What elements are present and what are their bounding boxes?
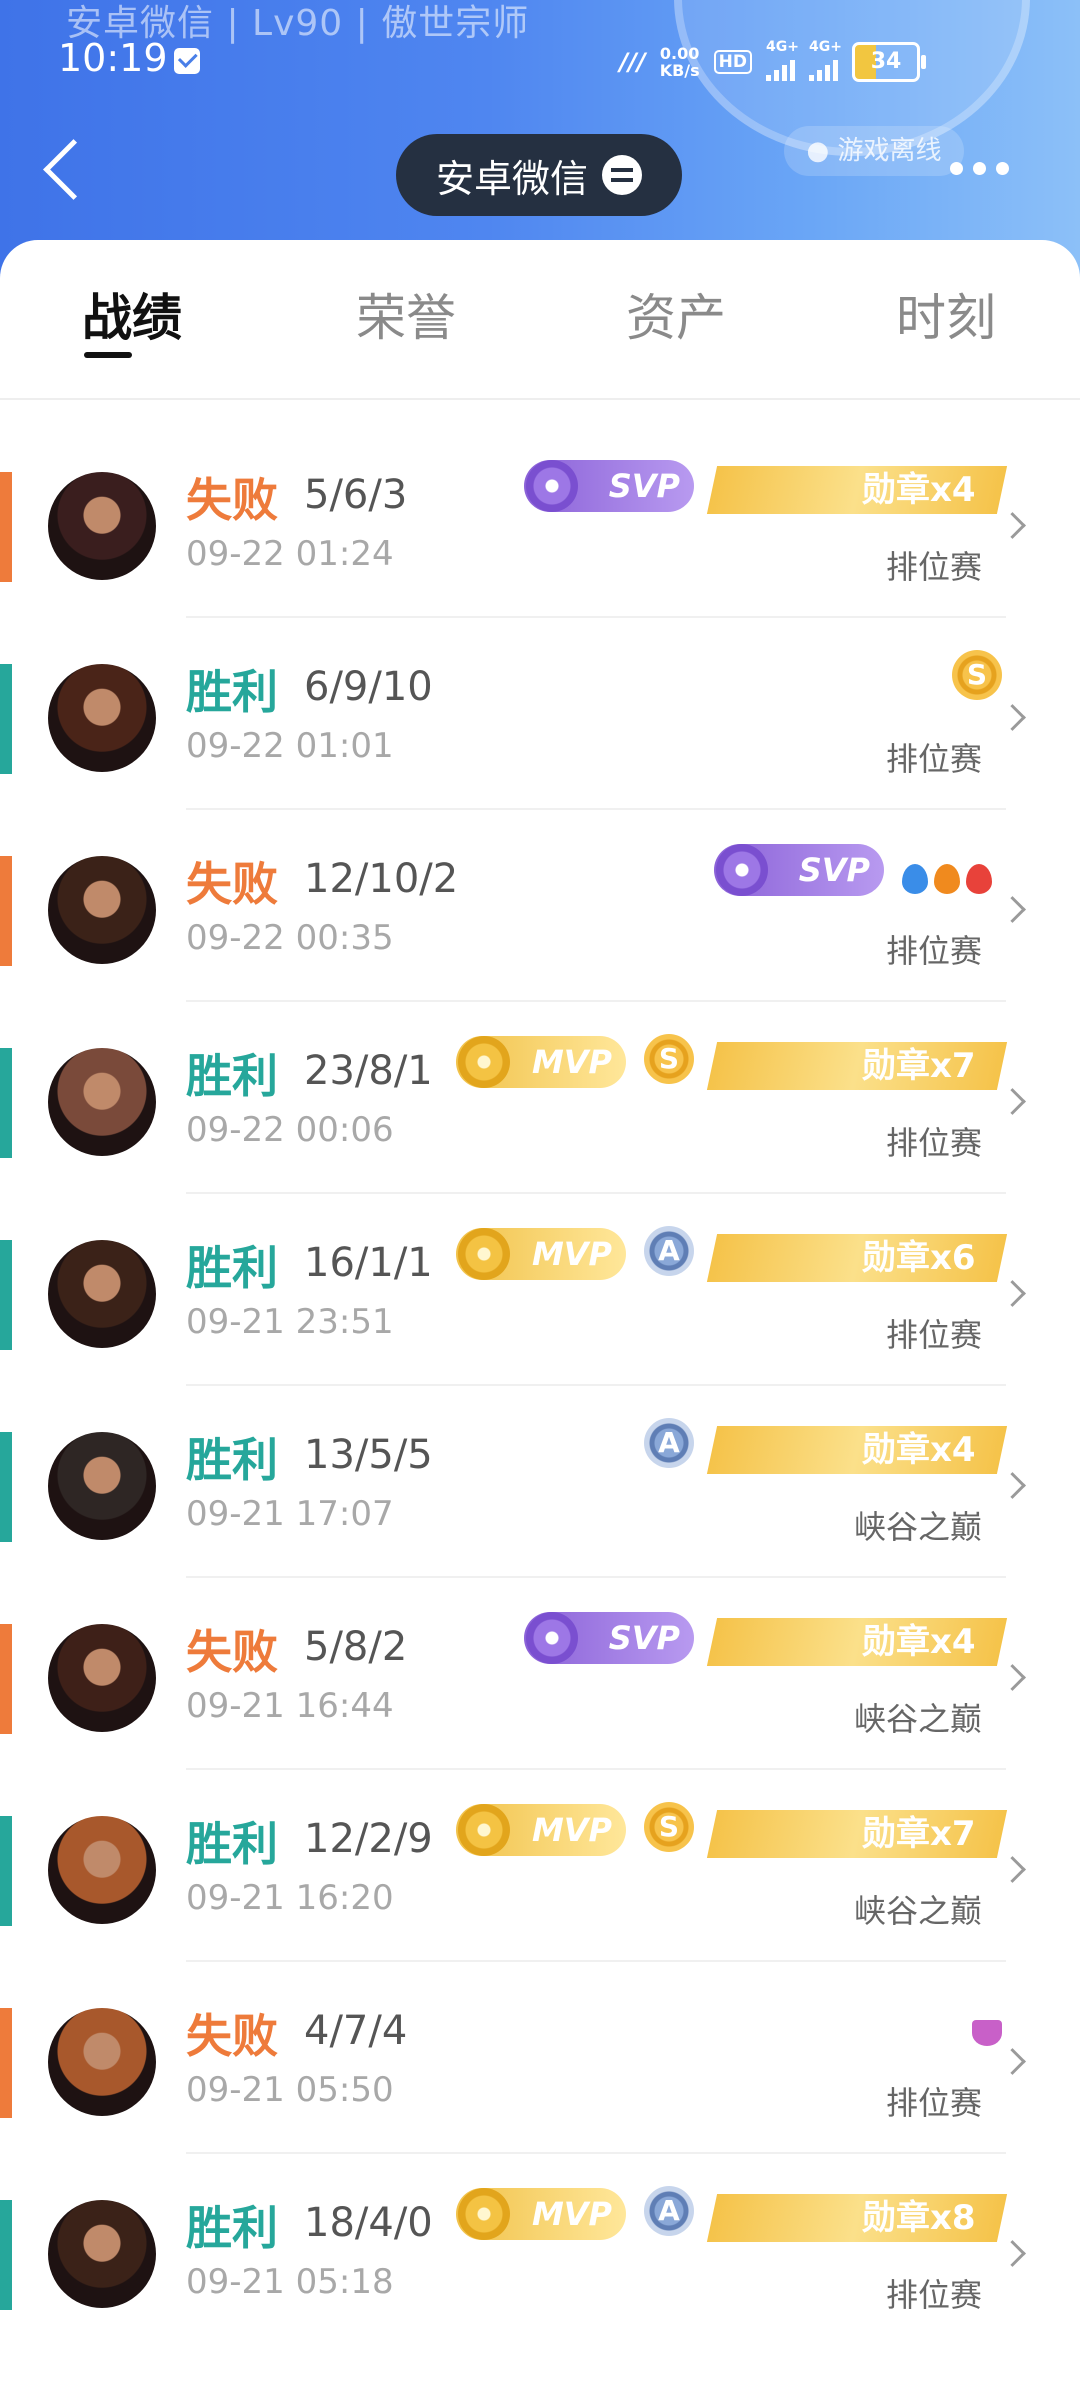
carrier-icon: ///	[619, 48, 646, 76]
match-mode: 排位赛	[885, 2276, 982, 2314]
badge-group: 勋章x7 S MVP	[0, 1770, 1080, 1870]
match-row[interactable]: 胜利 23/8/1 09-22 00:06 排位赛 勋章x7 S MVP	[0, 1002, 1080, 1194]
medal-count: 勋章x4	[862, 470, 976, 510]
match-row[interactable]: 胜利 6/9/10 09-22 01:01 排位赛 S	[0, 618, 1080, 810]
signal-label: 4G+	[766, 39, 799, 55]
more-icon[interactable]	[950, 162, 1009, 175]
match-time: 09-22 00:35	[186, 918, 394, 958]
match-row[interactable]: 胜利 16/1/1 09-21 23:51 排位赛 勋章x6 A MVP	[0, 1194, 1080, 1386]
feat-icon	[934, 864, 960, 894]
match-time: 09-22 00:06	[186, 1110, 394, 1150]
match-time: 09-22 01:24	[186, 534, 394, 574]
net-speed-value: 0.00	[659, 44, 700, 63]
signal-icon: 4G+	[766, 39, 799, 81]
mvp-badge: MVP	[456, 1036, 626, 1088]
s-rank-badge: S	[644, 1802, 694, 1852]
offline-status: ● 游戏离线	[784, 126, 964, 176]
notification-icon	[174, 48, 200, 74]
signal-icon-2: 4G+	[809, 39, 842, 81]
medal-count: 勋章x7	[862, 1046, 976, 1086]
net-speed: 0.00 KB/s	[660, 45, 700, 79]
match-mode: 排位赛	[885, 1124, 982, 1162]
account-switch-button[interactable]: 安卓微信	[396, 134, 682, 216]
match-row[interactable]: 失败 12/10/2 09-22 00:35 排位赛 SVP	[0, 810, 1080, 1002]
match-mode: 峡谷之巅	[853, 1700, 982, 1738]
active-tab-indicator	[84, 352, 132, 358]
battery-icon: 34	[852, 42, 926, 82]
match-time: 09-22 01:01	[186, 726, 394, 766]
signal-label-2: 4G+	[809, 39, 842, 55]
match-row[interactable]: 失败 5/6/3 09-22 01:24 排位赛 勋章x4 SVP	[0, 426, 1080, 618]
medal-badge: 勋章x7	[706, 1042, 1008, 1090]
mvp-badge: MVP	[456, 2188, 626, 2240]
account-label: 安卓微信	[435, 156, 588, 201]
mvp-badge: MVP	[456, 1804, 626, 1856]
badge-group: SVP	[0, 810, 1080, 910]
tab-bar: 战绩 荣誉 资产 时刻	[0, 240, 1080, 400]
records-card: 战绩 荣誉 资产 时刻 失败 5/6/3 09-22 01:24 排位赛 勋章x4 SVP…	[0, 240, 1080, 2408]
s-rank-badge: S	[952, 650, 1002, 700]
medal-count: 勋章x8	[862, 2198, 976, 2238]
status-time: 10:19	[58, 36, 168, 80]
medal-badge: 勋章x6	[706, 1234, 1008, 1282]
match-time: 09-21 23:51	[186, 1302, 394, 1342]
s-rank-badge: S	[644, 1034, 694, 1084]
match-mode: 排位赛	[885, 740, 982, 778]
tab-moments[interactable]: 时刻	[896, 278, 996, 350]
svp-badge: SVP	[524, 1612, 694, 1664]
badge-group: 勋章x4 A	[0, 1386, 1080, 1486]
hd-icon: HD	[713, 50, 752, 74]
match-mode: 排位赛	[885, 932, 982, 970]
tab-honors[interactable]: 荣誉	[356, 278, 456, 350]
match-mode: 排位赛	[885, 2084, 982, 2122]
medal-badge: 勋章x4	[706, 1618, 1008, 1666]
badge-group: 勋章x6 A MVP	[0, 1194, 1080, 1294]
mvp-badge: MVP	[456, 1228, 626, 1280]
status-icons: /// 0.00 KB/s HD 4G+ 4G+ 34	[619, 39, 926, 82]
match-row[interactable]: 胜利 12/2/9 09-21 16:20 峡谷之巅 勋章x7 S MVP	[0, 1770, 1080, 1962]
match-time: 09-21 05:50	[186, 2070, 394, 2110]
match-row[interactable]: 失败 4/7/4 09-21 05:50 排位赛	[0, 1962, 1080, 2154]
a-rank-badge: A	[644, 2186, 694, 2236]
match-row[interactable]: 胜利 18/4/0 09-21 05:18 排位赛 勋章x8 A MVP	[0, 2154, 1080, 2346]
badge-group: S	[0, 618, 1080, 718]
medal-count: 勋章x7	[862, 1814, 976, 1854]
feat-icons	[902, 864, 992, 894]
badge-group: 勋章x4 SVP	[0, 426, 1080, 526]
feat-icon	[902, 864, 928, 894]
badge-group	[0, 1962, 1080, 2062]
match-mode: 排位赛	[885, 548, 982, 586]
match-time: 09-21 16:20	[186, 1878, 394, 1918]
demon-icon	[972, 2020, 1002, 2046]
match-time: 09-21 17:07	[186, 1494, 394, 1534]
match-mode: 排位赛	[885, 1316, 982, 1354]
a-rank-badge: A	[644, 1226, 694, 1276]
net-speed-unit: KB/s	[659, 61, 700, 80]
match-row[interactable]: 胜利 13/5/5 09-21 17:07 峡谷之巅 勋章x4 A	[0, 1386, 1080, 1578]
medal-badge: 勋章x4	[706, 1426, 1008, 1474]
medal-badge: 勋章x7	[706, 1810, 1008, 1858]
feat-icon	[966, 864, 992, 894]
back-arrow-icon[interactable]	[43, 139, 104, 200]
match-mode: 峡谷之巅	[853, 1508, 982, 1546]
match-mode: 峡谷之巅	[853, 1892, 982, 1930]
tab-records[interactable]: 战绩	[82, 278, 182, 350]
medal-count: 勋章x4	[862, 1622, 976, 1662]
svp-badge: SVP	[714, 844, 884, 896]
svp-badge: SVP	[524, 460, 694, 512]
match-row[interactable]: 失败 5/8/2 09-21 16:44 峡谷之巅 勋章x4 SVP	[0, 1578, 1080, 1770]
match-time: 09-21 05:18	[186, 2262, 394, 2302]
swap-icon	[602, 155, 642, 195]
a-rank-badge: A	[644, 1418, 694, 1468]
medal-badge: 勋章x8	[706, 2194, 1008, 2242]
medal-count: 勋章x4	[862, 1430, 976, 1470]
tab-assets[interactable]: 资产	[626, 278, 726, 350]
badge-group: 勋章x8 A MVP	[0, 2154, 1080, 2254]
match-time: 09-21 16:44	[186, 1686, 394, 1726]
medal-badge: 勋章x4	[706, 466, 1008, 514]
badge-group: 勋章x7 S MVP	[0, 1002, 1080, 1102]
badge-group: 勋章x4 SVP	[0, 1578, 1080, 1678]
medal-count: 勋章x6	[862, 1238, 976, 1278]
